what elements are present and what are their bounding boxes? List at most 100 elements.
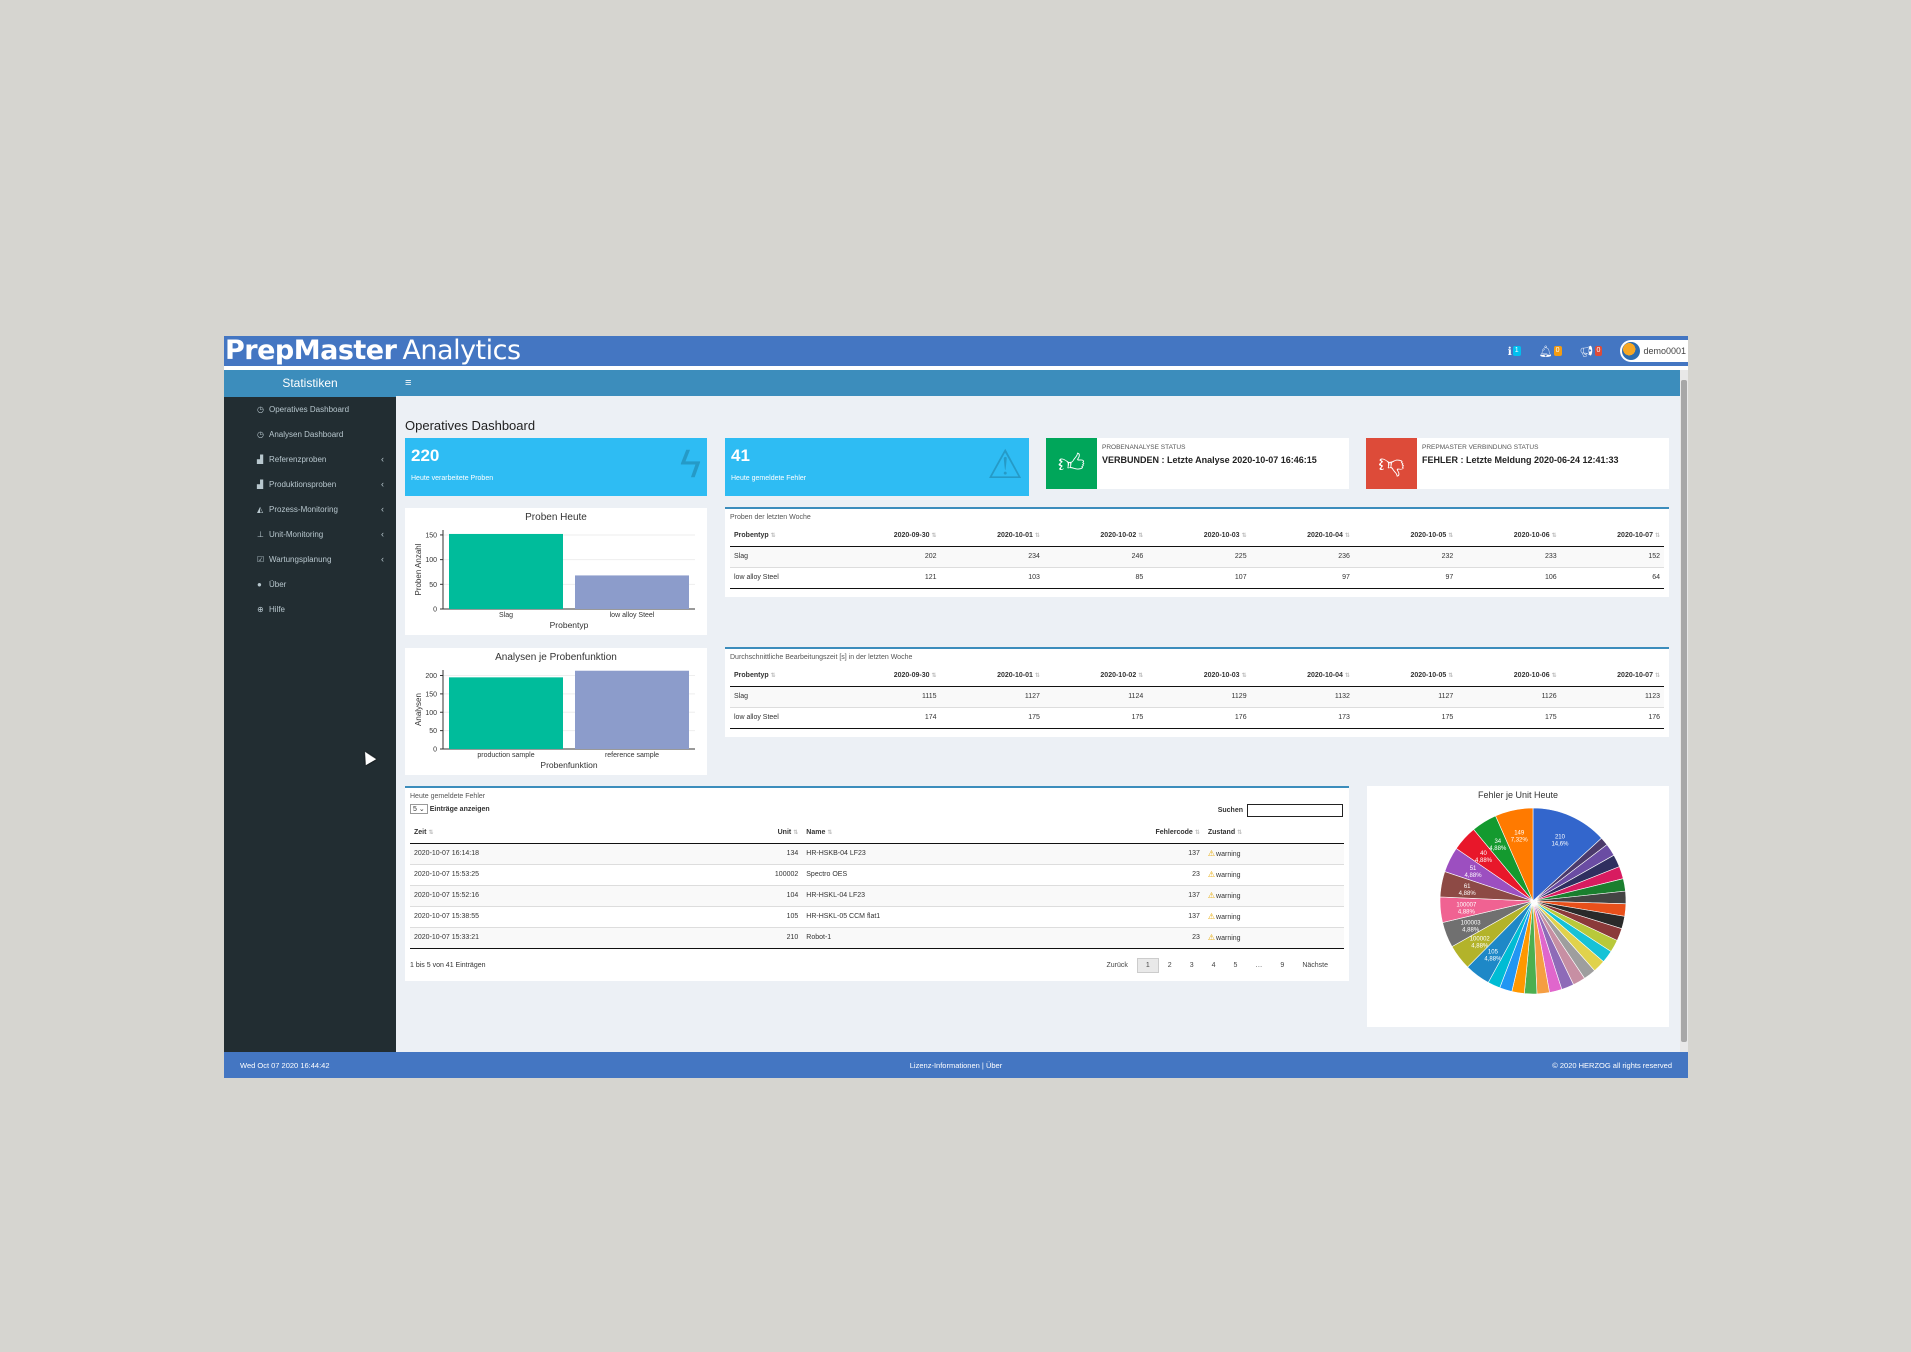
table-row[interactable]: 2020-10-07 15:52:16 104 HR-HSKL-04 LF23 137…	[410, 884, 1344, 906]
x-tick-label: reference sample	[605, 752, 659, 759]
column-header[interactable]: Probentyp ⇅	[730, 526, 838, 547]
sidebar-item-analysen-dashboard[interactable]: ◷ Analysen Dashboard	[224, 422, 396, 447]
column-header[interactable]: 2020-10-07 ⇅	[1560, 666, 1664, 687]
sort-icon: ⇅	[827, 830, 833, 837]
footer-center: Lizenz-Informationen | Über	[224, 1061, 1688, 1070]
table-cell: 105	[662, 905, 803, 927]
sidebar-item-label: Produktionsproben	[269, 480, 337, 489]
column-header[interactable]: 2020-10-03 ⇅	[1147, 666, 1251, 687]
page-button[interactable]: 3	[1181, 958, 1203, 973]
page-button[interactable]: 2	[1159, 958, 1181, 973]
column-header[interactable]: 2020-10-07 ⇅	[1560, 526, 1664, 547]
column-header[interactable]: Probentyp ⇅	[730, 666, 838, 687]
column-header[interactable]: Name ⇅	[802, 823, 1018, 844]
bell-notification[interactable]: 🔔︎ 0	[1539, 345, 1562, 358]
table-row[interactable]: 2020-10-07 15:53:25 100002 Spectro OES 23 ⚠w…	[410, 863, 1344, 885]
page-button[interactable]: 5	[1225, 958, 1247, 973]
column-header[interactable]: Zustand ⇅	[1203, 823, 1344, 844]
column-header[interactable]: 2020-10-06 ⇅	[1457, 666, 1561, 687]
table-cell: 1132	[1250, 685, 1354, 707]
bolt-icon: ϟ	[679, 442, 701, 486]
chevron-left-icon: ‹	[381, 454, 384, 464]
page-button[interactable]: Zurück	[1097, 958, 1136, 973]
table-row[interactable]: 2020-10-07 16:14:18 134 HR-HSKB-04 LF23 137…	[410, 842, 1344, 864]
sidebar-item-produktionsproben[interactable]: ▟ Produktionsproben ‹	[224, 472, 396, 497]
page-button[interactable]: 4	[1203, 958, 1225, 973]
sidebar-item-unit-monitoring[interactable]: ⊥ Unit-Monitoring ‹	[224, 522, 396, 547]
table-cell: ⚠warning	[1203, 926, 1344, 949]
table-row[interactable]: 2020-10-07 15:33:21 210 Robot-1 23 ⚠warning	[410, 926, 1344, 949]
page-button[interactable]: 1	[1136, 958, 1159, 973]
sidebar-item-referenzproben[interactable]: ▟ Referenzproben ‹	[224, 447, 396, 472]
sidebar-item-hilfe[interactable]: ⊕ Hilfe	[224, 597, 396, 622]
column-header-label: 2020-10-01	[997, 672, 1033, 680]
column-header[interactable]: 2020-10-02 ⇅	[1043, 666, 1148, 687]
x-tick-label: Slag	[499, 612, 513, 619]
column-header-label: Fehlercode	[1155, 829, 1193, 837]
column-header-label: 2020-10-06	[1513, 532, 1550, 540]
user-menu[interactable]: demo0001	[1620, 340, 1688, 362]
table-cell: 2020-10-07 15:53:25	[410, 863, 663, 885]
column-header-label: Zustand	[1207, 829, 1236, 837]
about-link[interactable]: Über	[986, 1061, 1002, 1070]
page-button[interactable]: Nächste	[1293, 958, 1337, 973]
info-badge: 1	[1512, 346, 1521, 356]
chevron-left-icon: ‹	[381, 554, 384, 564]
search-input[interactable]	[1247, 804, 1343, 817]
license-link[interactable]: Lizenz-Informationen	[910, 1061, 980, 1070]
column-header[interactable]: 2020-10-03 ⇅	[1147, 526, 1251, 547]
table-cell: 1127	[1353, 685, 1458, 707]
pie-percent: 4,88%	[1489, 846, 1507, 852]
flag-notification[interactable]: 📢︎ 0	[1580, 345, 1603, 358]
app-logo[interactable]: PrepMaster Analytics	[225, 336, 521, 366]
table-cell: 2020-10-07 15:33:21	[410, 926, 663, 949]
sidebar-item-ueber[interactable]: ● Über	[224, 572, 396, 597]
sidebar-item-operatives-dashboard[interactable]: ◷ Operatives Dashboard	[224, 397, 396, 422]
column-header[interactable]: 2020-10-06 ⇅	[1457, 526, 1561, 547]
sidebar-item-label: Über	[269, 580, 287, 589]
sort-icon: ⇅	[1138, 673, 1144, 680]
column-header[interactable]: 2020-10-04 ⇅	[1250, 666, 1354, 687]
analysis-status-value: VERBUNDEN : Letzte Analyse 2020-10-07 16…	[1102, 455, 1317, 465]
table-row[interactable]: 2020-10-07 15:38:55 105 HR-HSKL-05 CCM fla…	[410, 905, 1344, 927]
table-row: Slag 202 234 246 225 236 232 233 152	[730, 545, 1664, 567]
weekly-samples-panel: Proben der letzten Woche Probentyp ⇅ 2020-…	[725, 507, 1669, 597]
column-header[interactable]: 2020-10-05 ⇅	[1353, 526, 1458, 547]
dashboard-icon: ◷	[257, 405, 264, 414]
page-button: …	[1255, 962, 1263, 969]
scrollbar-thumb[interactable]	[1681, 380, 1687, 1042]
sidebar-item-prozess-monitoring[interactable]: ◭ Prozess-Monitoring ‹	[224, 497, 396, 522]
table-cell: low alloy Steel	[730, 566, 838, 589]
column-header-label: 2020-10-07	[1617, 532, 1653, 540]
column-header-label: 2020-10-03	[1203, 532, 1240, 540]
info-notification[interactable]: ℹ 1	[1508, 345, 1521, 358]
pie-percent: 4,88%	[1484, 957, 1502, 963]
sort-icon: ⇅	[770, 533, 776, 540]
column-header[interactable]: 2020-10-04 ⇅	[1250, 526, 1354, 547]
column-header[interactable]: Zeit ⇅	[410, 823, 663, 844]
weekly-samples-table: Probentyp ⇅ 2020-09-30 ⇅ 2020-10-01 ⇅ 2020-10-…	[730, 526, 1664, 589]
sidebar-item-wartungsplanung[interactable]: ☑ Wartungsplanung ‹	[224, 547, 396, 572]
column-header[interactable]: 2020-09-30 ⇅	[837, 666, 941, 687]
sidebar-toggle-icon[interactable]: ≡	[405, 370, 411, 396]
length-select[interactable]: 5 ⌄	[410, 804, 428, 814]
sidebar-item-label: Prozess-Monitoring	[269, 505, 338, 514]
table-header-row: Zeit ⇅ Unit ⇅ Name ⇅ Fehlercode ⇅ Zustand ⇅	[410, 823, 1344, 844]
column-header[interactable]: 2020-10-05 ⇅	[1353, 666, 1458, 687]
column-header[interactable]: Unit ⇅	[662, 823, 803, 844]
pagination: Zurück 1 2 3 4 5 … 9 Nächste	[1097, 958, 1337, 973]
x-axis-label: Probentyp	[550, 620, 589, 630]
table-cell: 85	[1043, 566, 1148, 589]
area-chart-icon: ◭	[257, 505, 264, 514]
scrollbar[interactable]	[1680, 370, 1688, 1052]
column-header[interactable]: 2020-10-01 ⇅	[940, 526, 1044, 547]
column-header[interactable]: 2020-10-02 ⇅	[1043, 526, 1148, 547]
sort-icon: ⇅	[1551, 533, 1557, 540]
header-icons: ℹ 1 🔔︎ 0 📢︎ 0 demo0001	[1508, 336, 1688, 366]
x-tick-label: low alloy Steel	[610, 612, 655, 619]
column-header[interactable]: Fehlercode ⇅	[1017, 823, 1204, 844]
column-header[interactable]: 2020-09-30 ⇅	[837, 526, 941, 547]
sort-icon: ⇅	[1448, 673, 1454, 680]
column-header[interactable]: 2020-10-01 ⇅	[940, 666, 1044, 687]
page-button[interactable]: 9	[1271, 958, 1293, 973]
